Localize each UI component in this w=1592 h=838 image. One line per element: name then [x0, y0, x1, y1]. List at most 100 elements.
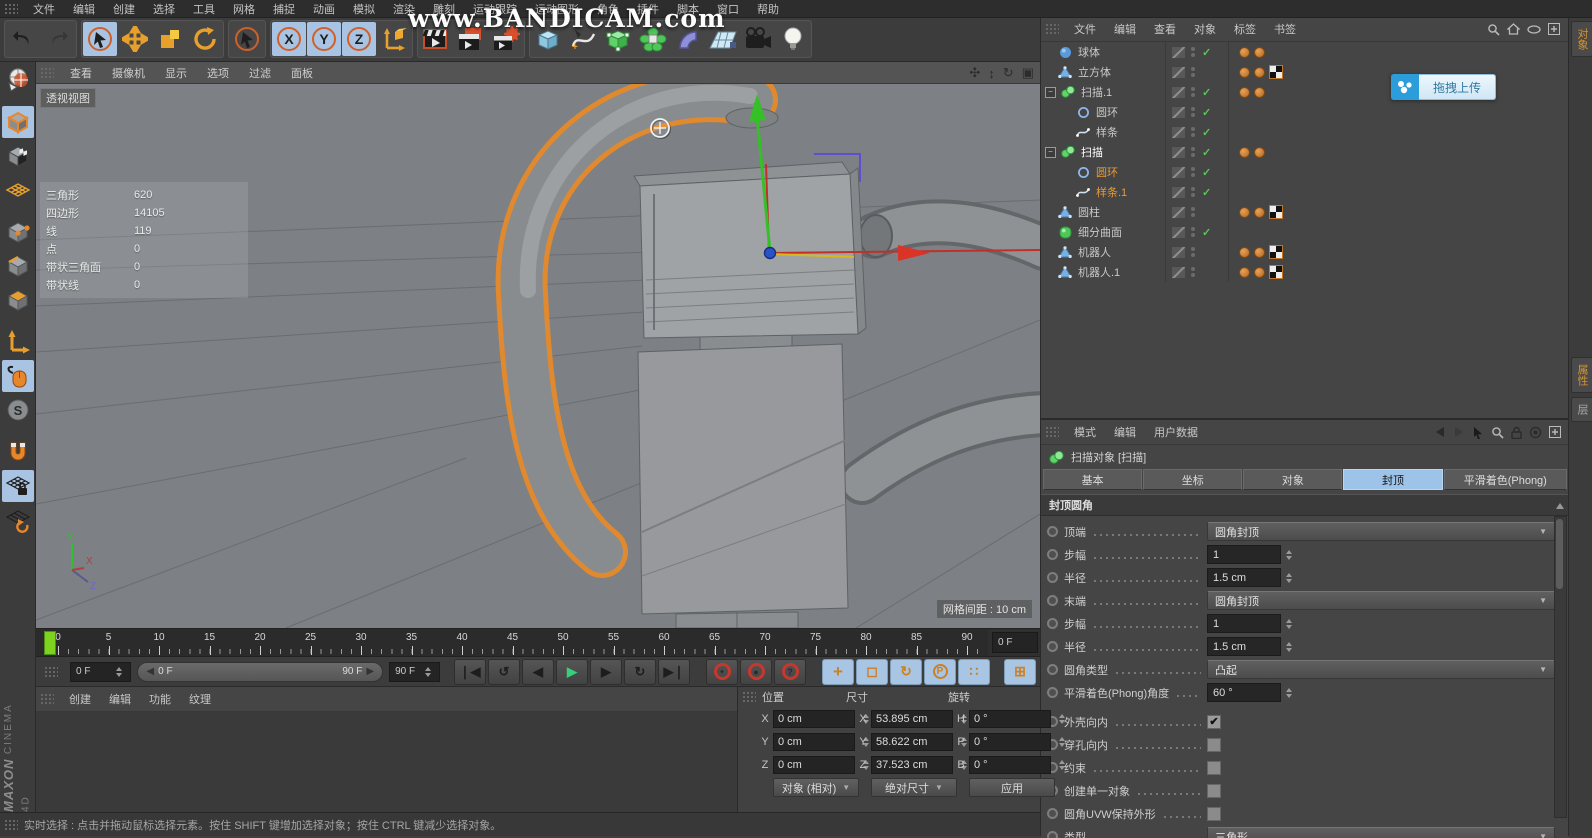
object-row-机器人.1[interactable]: 机器人.1 — [1041, 262, 1568, 282]
coord-mode-dropdown[interactable]: 绝对尺寸▼ — [871, 778, 957, 797]
move-button[interactable] — [118, 22, 152, 56]
forward-icon[interactable] — [1453, 426, 1465, 438]
position-key-button[interactable]: + — [822, 659, 854, 685]
layer-toggle[interactable] — [1172, 87, 1185, 98]
goto-end-button[interactable]: ▶❘ — [658, 659, 690, 685]
timeline-frame-field[interactable]: 0 F — [992, 632, 1038, 653]
add-light-button[interactable] — [776, 22, 810, 56]
home-icon[interactable] — [1507, 23, 1520, 35]
menu-main-选择[interactable]: 选择 — [144, 0, 184, 19]
number-stepper[interactable] — [1283, 545, 1295, 564]
menu-object-manager-查看[interactable]: 查看 — [1145, 19, 1185, 39]
coord-field-B2[interactable]: 0 ° — [969, 756, 1051, 774]
attr-input-步幅[interactable]: 1 — [1207, 614, 1281, 633]
baidu-upload-overlay[interactable]: 拖拽上传 — [1391, 74, 1496, 100]
menu-object-manager-标签[interactable]: 标签 — [1225, 19, 1265, 39]
object-row-样条.1[interactable]: 样条.1✓ — [1041, 182, 1568, 202]
menu-main-工具[interactable]: 工具 — [184, 0, 224, 19]
enable-snap-button[interactable] — [2, 436, 34, 468]
layer-toggle[interactable] — [1172, 267, 1185, 278]
coord-field-Z0[interactable]: 0 cm — [773, 756, 855, 774]
material-manager-grip[interactable] — [40, 693, 54, 705]
visibility-dots[interactable] — [1189, 247, 1197, 257]
snap-settings-button[interactable]: S — [2, 394, 34, 426]
layout-tab-属性[interactable]: 属性 — [1571, 357, 1592, 393]
parameter-key-button[interactable]: P — [924, 659, 956, 685]
pick-icon[interactable] — [1472, 426, 1484, 439]
texture-mode-button[interactable] — [2, 140, 34, 172]
attr-dropdown-圆角类型[interactable]: 凸起▼ — [1207, 660, 1555, 679]
menu-viewport-选项[interactable]: 选项 — [197, 63, 239, 83]
attr-dropdown-类型[interactable]: 三角形▼ — [1207, 827, 1555, 838]
rotate-view-icon[interactable]: ↻ — [1003, 65, 1014, 81]
object-row-球体[interactable]: 球体✓ — [1041, 42, 1568, 62]
menu-object-manager-文件[interactable]: 文件 — [1065, 19, 1105, 39]
menu-main-帮助[interactable]: 帮助 — [748, 0, 788, 19]
coord-field-Y1[interactable]: 58.622 cm — [871, 733, 953, 751]
keyframe-options-button[interactable]: ? — [774, 659, 806, 685]
range-end-handle[interactable]: ▶ — [366, 666, 374, 677]
3d-scene[interactable]: Y Z X — [36, 84, 1040, 628]
visibility-dots[interactable] — [1189, 147, 1197, 157]
layer-toggle[interactable] — [1172, 127, 1185, 138]
live-selection-button[interactable] — [83, 22, 117, 56]
zoom-view-icon[interactable]: ↕ — [988, 66, 995, 81]
attr-input-平滑着色(Phong)角度[interactable]: 60 ° — [1207, 683, 1281, 702]
menu-main-文件[interactable]: 文件 — [24, 0, 64, 19]
attr-checkbox-外壳向内[interactable]: ✔ — [1207, 715, 1221, 729]
last-selection-button[interactable] — [230, 22, 264, 56]
phong-tag-icon[interactable] — [1254, 67, 1265, 78]
preview-range-slider[interactable]: ◀ 0 F 90 F ▶ — [137, 662, 383, 682]
coordinate-system-button[interactable] — [377, 22, 411, 56]
menu-viewport-面板[interactable]: 面板 — [281, 63, 323, 83]
menu-main-网格[interactable]: 网格 — [224, 0, 264, 19]
edges-mode-button[interactable] — [2, 250, 34, 282]
timeline-ruler[interactable]: 051015202530354045505560657075808590 — [36, 629, 988, 656]
prev-key-button[interactable]: ↺ — [488, 659, 520, 685]
enabled-check[interactable]: ✓ — [1202, 186, 1216, 199]
attr-checkbox-创建单一对象[interactable] — [1207, 784, 1221, 798]
number-stepper[interactable] — [1283, 614, 1295, 633]
robot-torso[interactable] — [638, 330, 848, 628]
workplane-mode-button[interactable] — [2, 174, 34, 206]
add-camera-button[interactable] — [741, 22, 775, 56]
visibility-dots[interactable] — [1189, 47, 1197, 57]
visibility-dots[interactable] — [1189, 207, 1197, 217]
visibility-dots[interactable] — [1189, 267, 1197, 277]
menu-main-创建[interactable]: 创建 — [104, 0, 144, 19]
coord-mode-dropdown[interactable]: 对象 (相对)▼ — [773, 778, 859, 797]
polygons-mode-button[interactable] — [2, 284, 34, 316]
end-frame-stepper[interactable] — [422, 662, 434, 681]
object-row-圆柱[interactable]: 圆柱 — [1041, 202, 1568, 222]
layer-toggle[interactable] — [1172, 147, 1185, 158]
anim-dot-icon[interactable] — [1047, 595, 1058, 606]
frame-stepper[interactable] — [113, 662, 125, 681]
enabled-check[interactable]: ✓ — [1202, 166, 1216, 179]
axis-mode-button[interactable] — [2, 326, 34, 358]
perspective-viewport[interactable]: 查看摄像机显示选项过滤面板 ✣ ↕ ↻ ▣ — [36, 62, 1040, 628]
rotation-key-button[interactable]: ↻ — [890, 659, 922, 685]
object-manager-grip[interactable] — [1045, 23, 1059, 35]
next-key-button[interactable]: ↻ — [624, 659, 656, 685]
attr-checkbox-圆角UVW保持外形[interactable] — [1207, 807, 1221, 821]
visibility-dots[interactable] — [1189, 107, 1197, 117]
menubar-grip[interactable] — [4, 3, 18, 15]
menu-object-manager-对象[interactable]: 对象 — [1185, 19, 1225, 39]
autokeying-button[interactable]: ● — [740, 659, 772, 685]
layer-toggle[interactable] — [1172, 187, 1185, 198]
record-keyframe-button[interactable]: ⬩ — [706, 659, 738, 685]
scale-button[interactable] — [153, 22, 187, 56]
phong-tag-icon[interactable] — [1254, 207, 1265, 218]
phong-tag-icon[interactable] — [1239, 247, 1250, 258]
coord-field-Z1[interactable]: 37.523 cm — [871, 756, 953, 774]
phong-tag-icon[interactable] — [1254, 247, 1265, 258]
menu-main-捕捉[interactable]: 捕捉 — [264, 0, 304, 19]
workplane-transform-button[interactable] — [2, 504, 34, 536]
next-frame-button[interactable]: ▶ — [590, 659, 622, 685]
attribute-manager-grip[interactable] — [1045, 426, 1059, 438]
menu-object-manager-编辑[interactable]: 编辑 — [1105, 19, 1145, 39]
menu-object-manager-书签[interactable]: 书签 — [1265, 19, 1305, 39]
play-button[interactable]: ▶ — [556, 659, 588, 685]
number-stepper[interactable] — [1283, 683, 1295, 702]
attr-dropdown-顶端[interactable]: 圆角封顶▼ — [1207, 522, 1555, 541]
